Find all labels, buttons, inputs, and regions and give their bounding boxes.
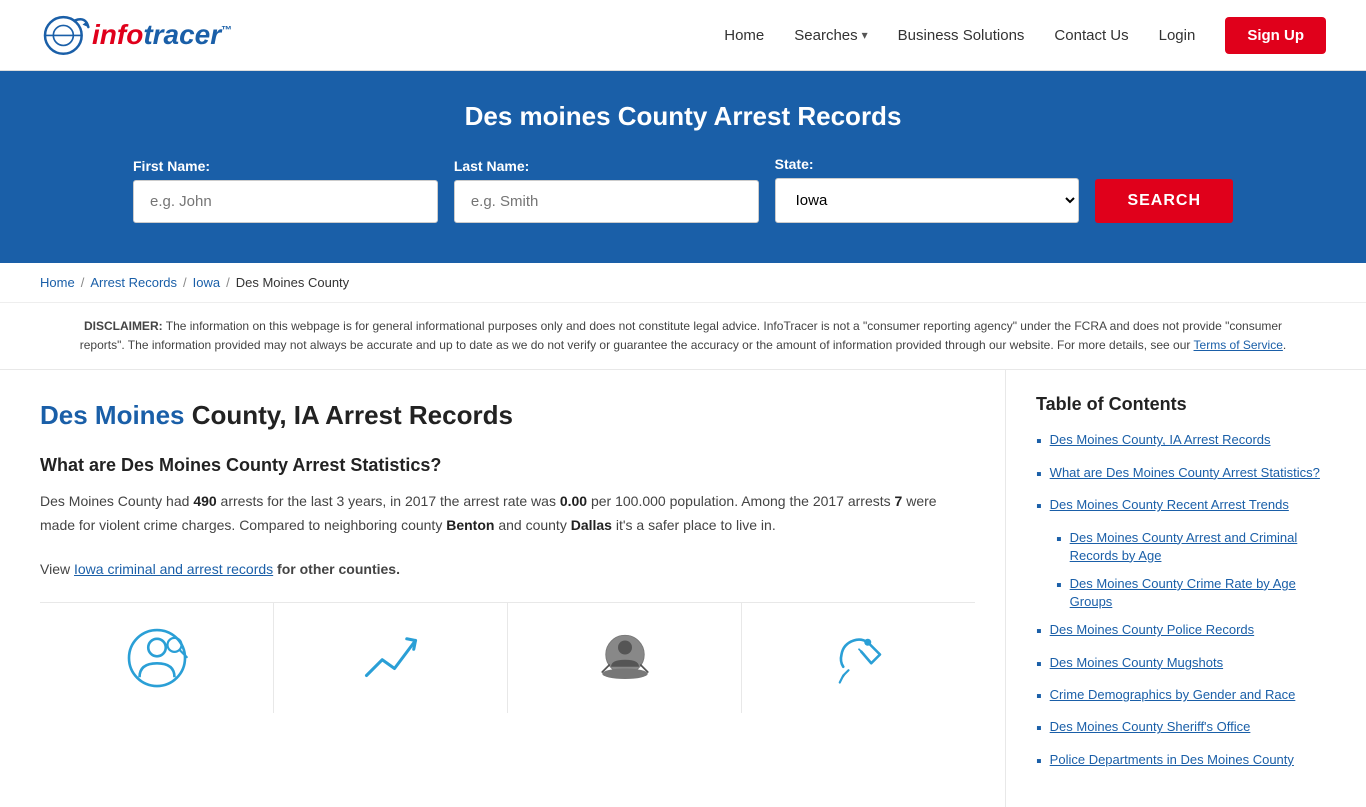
toc-bullet: ▪ — [1036, 464, 1042, 486]
toc-bullet: ▪ — [1036, 431, 1042, 453]
toc-item: ▪ Des Moines County Recent Arrest Trends — [1036, 496, 1326, 518]
toc-bullet: ▪ — [1036, 686, 1042, 708]
disclaimer-text: The information on this webpage is for g… — [80, 319, 1282, 352]
toc-link[interactable]: Des Moines County Recent Arrest Trends — [1050, 496, 1289, 514]
last-name-group: Last Name: — [454, 158, 759, 223]
disclaimer-label: DISCLAIMER: — [84, 319, 163, 333]
breadcrumb-home[interactable]: Home — [40, 275, 75, 290]
logo[interactable]: infotracer™ — [40, 10, 232, 60]
toc-list: ▪ Des Moines County, IA Arrest Records ▪… — [1036, 431, 1326, 773]
breadcrumb-sep-1: / — [81, 275, 85, 290]
toc-bullet: ▪ — [1056, 529, 1062, 551]
stats-heading: What are Des Moines County Arrest Statis… — [40, 455, 975, 476]
toc-link[interactable]: Des Moines County Sheriff's Office — [1050, 718, 1251, 736]
content-area: Des Moines County, IA Arrest Records Wha… — [40, 370, 1006, 807]
state-label: State: — [775, 156, 1080, 172]
state-select[interactable]: Iowa Alabama Alaska Arizona Arkansas Cal… — [775, 178, 1080, 223]
last-name-input[interactable] — [454, 180, 759, 223]
breadcrumb-current: Des Moines County — [236, 275, 349, 290]
article-title-rest: County, IA Arrest Records — [185, 400, 513, 430]
icon-col-4 — [742, 603, 975, 713]
toc-link[interactable]: Des Moines County Mugshots — [1050, 654, 1223, 672]
search-button[interactable]: SEARCH — [1095, 179, 1233, 223]
nav-login[interactable]: Login — [1159, 27, 1196, 44]
nav-signup-button[interactable]: Sign Up — [1225, 17, 1326, 54]
toc-bullet: ▪ — [1036, 654, 1042, 676]
icon-col-2 — [274, 603, 508, 713]
first-name-label: First Name: — [133, 158, 438, 174]
toc-item: ▪ Des Moines County Crime Rate by Age Gr… — [1036, 575, 1326, 611]
first-name-group: First Name: — [133, 158, 438, 223]
toc-link[interactable]: Des Moines County Police Records — [1050, 621, 1254, 639]
article-title-highlight: Des Moines — [40, 400, 185, 430]
toc-item: ▪ Des Moines County Sheriff's Office — [1036, 718, 1326, 740]
toc-item: ▪ What are Des Moines County Arrest Stat… — [1036, 464, 1326, 486]
toc-bullet: ▪ — [1036, 751, 1042, 773]
chevron-down-icon: ▾ — [862, 28, 868, 42]
breadcrumb-arrest-records[interactable]: Arrest Records — [90, 275, 177, 290]
icons-row — [40, 602, 975, 713]
nav-home[interactable]: Home — [724, 27, 764, 44]
toc-link[interactable]: Des Moines County, IA Arrest Records — [1050, 431, 1271, 449]
icon-col-3 — [508, 603, 742, 713]
iowa-records-link[interactable]: Iowa criminal and arrest records — [74, 561, 273, 577]
stats-paragraph: Des Moines County had 490 arrests for th… — [40, 490, 975, 538]
search-form: First Name: Last Name: State: Iowa Alaba… — [133, 156, 1233, 223]
breadcrumb-iowa[interactable]: Iowa — [193, 275, 220, 290]
icon-col-1 — [40, 603, 274, 713]
toc-bullet: ▪ — [1036, 496, 1042, 518]
last-name-label: Last Name: — [454, 158, 759, 174]
disclaimer: DISCLAIMER: The information on this webp… — [0, 303, 1366, 370]
main-content: Des Moines County, IA Arrest Records Wha… — [0, 370, 1366, 807]
main-nav: Home Searches ▾ Business Solutions Conta… — [724, 17, 1326, 54]
terms-of-service-link[interactable]: Terms of Service — [1194, 338, 1283, 352]
toc-link[interactable]: Crime Demographics by Gender and Race — [1050, 686, 1296, 704]
nav-contact-us[interactable]: Contact Us — [1054, 27, 1128, 44]
nav-business-solutions[interactable]: Business Solutions — [898, 27, 1025, 44]
first-name-input[interactable] — [133, 180, 438, 223]
view-link-paragraph: View Iowa criminal and arrest records fo… — [40, 558, 975, 582]
toc-bullet: ▪ — [1036, 621, 1042, 643]
breadcrumb-sep-3: / — [226, 275, 230, 290]
sidebar: Table of Contents ▪ Des Moines County, I… — [1006, 370, 1326, 807]
hero-banner: Des moines County Arrest Records First N… — [0, 71, 1366, 263]
toc-item: ▪ Des Moines County Arrest and Criminal … — [1036, 529, 1326, 565]
toc-item: ▪ Des Moines County Police Records — [1036, 621, 1326, 643]
toc-item: ▪ Des Moines County Mugshots — [1036, 654, 1326, 676]
header: infotracer™ Home Searches ▾ Business Sol… — [0, 0, 1366, 71]
toc-item: ▪ Police Departments in Des Moines Count… — [1036, 751, 1326, 773]
toc-item: ▪ Crime Demographics by Gender and Race — [1036, 686, 1326, 708]
breadcrumb-sep-2: / — [183, 275, 187, 290]
toc-item: ▪ Des Moines County, IA Arrest Records — [1036, 431, 1326, 453]
toc-bullet: ▪ — [1056, 575, 1062, 597]
toc-link[interactable]: Police Departments in Des Moines County — [1050, 751, 1294, 769]
toc-link[interactable]: What are Des Moines County Arrest Statis… — [1050, 464, 1320, 482]
breadcrumb: Home / Arrest Records / Iowa / Des Moine… — [0, 263, 1366, 303]
hero-title: Des moines County Arrest Records — [40, 101, 1326, 132]
state-group: State: Iowa Alabama Alaska Arizona Arkan… — [775, 156, 1080, 223]
toc-link[interactable]: Des Moines County Crime Rate by Age Grou… — [1070, 575, 1326, 611]
toc-title: Table of Contents — [1036, 394, 1326, 415]
toc-link[interactable]: Des Moines County Arrest and Criminal Re… — [1070, 529, 1326, 565]
toc-bullet: ▪ — [1036, 718, 1042, 740]
article-title: Des Moines County, IA Arrest Records — [40, 400, 975, 431]
nav-searches[interactable]: Searches ▾ — [794, 27, 867, 44]
